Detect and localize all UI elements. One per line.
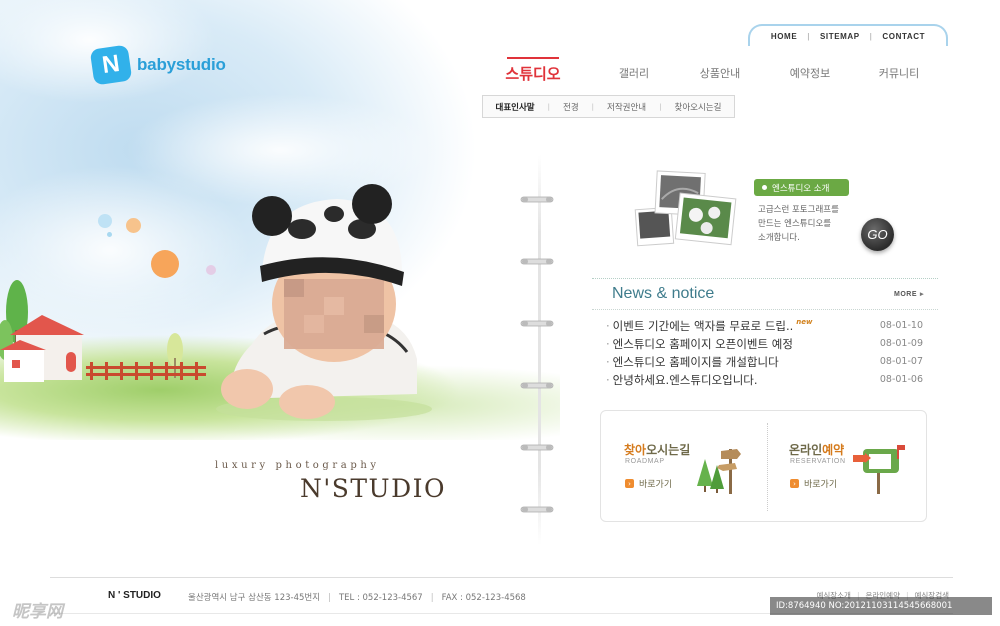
- mailbox-icon: [853, 445, 905, 494]
- decor-dot: [126, 218, 141, 233]
- footer-fax: FAX : 052-123-4568: [441, 593, 526, 603]
- visual-tagline: luxury photography: [215, 460, 380, 471]
- util-sitemap-link[interactable]: SITEMAP: [820, 32, 860, 41]
- reservation-link-label: 바로가기: [804, 480, 838, 490]
- village-illustration: [0, 280, 206, 382]
- site-logo[interactable]: N babystudio: [89, 44, 226, 86]
- news-title: News & notice: [612, 285, 715, 302]
- visual-brand: N'STUDIO: [300, 474, 447, 503]
- news-item[interactable]: · 안녕하세요.엔스튜디오입니다. 08-01-06: [606, 372, 926, 390]
- nav-item-community[interactable]: 커뮤니티: [879, 65, 919, 81]
- divider: [767, 423, 768, 511]
- reservation-title-highlight: 예약: [822, 443, 845, 457]
- logo-badge: N: [89, 44, 133, 86]
- main-nav: 스튜디오 갤러리 상품안내 예약정보 커뮤니티: [480, 57, 960, 93]
- separator: |: [591, 102, 595, 111]
- intro-label[interactable]: 엔스튜디오 소개: [754, 179, 849, 196]
- binding-ring: [520, 196, 554, 203]
- logo-text: babystudio: [137, 55, 226, 74]
- intro-desc-line: 고급스런 포토그래프를: [758, 205, 839, 215]
- arrow-right-icon: ▸: [919, 291, 924, 298]
- footer-address: 울산광역시 남구 삼산동 123-45번지: [188, 593, 321, 603]
- watermark-logo: 昵享网: [12, 602, 63, 622]
- news-item-date: 08-01-09: [879, 338, 923, 349]
- decor-dot: [107, 232, 112, 237]
- intro-desc-line: 소개합니다.: [758, 233, 800, 243]
- bullet-icon: ·: [606, 355, 610, 369]
- notebook-spine: [538, 155, 541, 545]
- active-indicator: [507, 57, 559, 59]
- separator: |: [807, 31, 810, 41]
- util-contact-link[interactable]: CONTACT: [882, 32, 925, 41]
- nav-item-studio[interactable]: 스튜디오: [505, 63, 560, 84]
- news-header: News & notice MORE ▸: [592, 278, 938, 310]
- sub-nav: 대표인사말 | 전경 | 저작권안내 | 찾아오시는길: [482, 95, 735, 118]
- photo-stack: [634, 170, 737, 247]
- signpost-trees-icon: [697, 449, 741, 494]
- news-item-title: 안녕하세요.엔스튜디오입니다.: [612, 373, 758, 387]
- roadmap-title-rest: 오시는길: [646, 443, 691, 457]
- news-item[interactable]: · 엔스튜디오 홈페이지를 개설합니다 08-01-07: [606, 354, 926, 372]
- separator: |: [659, 102, 662, 111]
- footer-brand: N ' STUDIO: [108, 590, 161, 601]
- baby-photo: [216, 184, 432, 421]
- subnav-greeting[interactable]: 대표인사말: [496, 101, 535, 113]
- watermark-id: ID:8764940 NO:20121103114545668001: [770, 597, 992, 615]
- footer-info: 울산광역시 남구 삼산동 123-45번지 | TEL : 052-123-4567…: [188, 591, 526, 603]
- nav-item-reservation[interactable]: 예약정보: [790, 65, 830, 81]
- arrow-right-icon: ›: [625, 479, 634, 488]
- news-item-date: 08-01-06: [879, 374, 923, 385]
- intro-label-text: 엔스튜디오 소개: [772, 183, 830, 194]
- news-item-date: 08-01-10: [879, 320, 923, 331]
- binding-ring: [520, 382, 554, 389]
- util-home-link[interactable]: HOME: [771, 32, 797, 41]
- news-list: · 이벤트 기간에는 액자를 무료로 드립.. new 08-01-10 · 엔스튜디…: [606, 318, 926, 390]
- intro-desc-line: 만드는 엔스튜디오를: [758, 219, 832, 229]
- nav-item-products[interactable]: 상품안내: [700, 65, 740, 81]
- footer-tel: TEL : 052-123-4567: [338, 593, 423, 603]
- binding-ring: [520, 258, 554, 265]
- roadmap-link[interactable]: › 바로가기: [625, 477, 672, 490]
- binding-ring: [520, 320, 554, 327]
- intro-description: 고급스런 포토그래프를 만드는 엔스튜디오를 소개합니다.: [758, 203, 858, 245]
- roadmap-link-label: 바로가기: [639, 480, 673, 490]
- more-label: MORE: [893, 291, 917, 298]
- roadmap-title: 찾아오시는길: [624, 441, 690, 458]
- subnav-directions[interactable]: 찾아오시는길: [675, 101, 722, 113]
- bullet-icon: ·: [606, 337, 610, 351]
- bullet-icon: ·: [606, 319, 610, 333]
- news-item[interactable]: · 엔스튜디오 홈페이지 오픈이벤트 예정 08-01-09: [606, 336, 926, 354]
- roadmap-sub: ROADMAP: [625, 458, 665, 465]
- separator: |: [869, 31, 873, 41]
- bullet-icon: [762, 185, 767, 190]
- nav-item-gallery[interactable]: 갤러리: [619, 65, 649, 81]
- news-item[interactable]: · 이벤트 기간에는 액자를 무료로 드립.. new 08-01-10: [606, 318, 926, 336]
- new-badge-icon: new: [796, 318, 813, 326]
- subnav-view[interactable]: 전경: [563, 101, 579, 113]
- reservation-title-rest: 온라인: [789, 443, 823, 457]
- news-item-title: 엔스튜디오 홈페이지 오픈이벤트 예정: [612, 337, 793, 351]
- utility-nav: HOME | SITEMAP | CONTACT: [748, 24, 948, 46]
- separator: |: [547, 102, 550, 111]
- separator: |: [328, 593, 331, 603]
- binding-ring: [520, 444, 554, 451]
- news-more-link[interactable]: MORE ▸: [894, 290, 924, 298]
- news-item-title: 이벤트 기간에는 액자를 무료로 드립..: [612, 319, 794, 333]
- bullet-icon: ·: [606, 373, 610, 387]
- arrow-right-icon: ›: [790, 479, 799, 488]
- roadmap-title-highlight: 찾아: [624, 443, 647, 457]
- binding-ring: [520, 506, 554, 513]
- go-button[interactable]: GO: [861, 218, 894, 251]
- reservation-title: 온라인예약: [789, 441, 844, 458]
- subnav-copyright[interactable]: 저작권안내: [607, 101, 646, 113]
- news-item-title: 엔스튜디오 홈페이지를 개설합니다: [612, 355, 779, 369]
- decor-dot: [98, 214, 112, 228]
- separator: |: [430, 593, 434, 603]
- reservation-sub: RESERVATION: [790, 458, 846, 465]
- news-item-date: 08-01-07: [879, 356, 923, 367]
- reservation-link[interactable]: › 바로가기: [790, 477, 837, 490]
- quick-menu: 찾아오시는길 ROADMAP › 바로가기 온라인예약 RESERVATION ›…: [600, 410, 927, 522]
